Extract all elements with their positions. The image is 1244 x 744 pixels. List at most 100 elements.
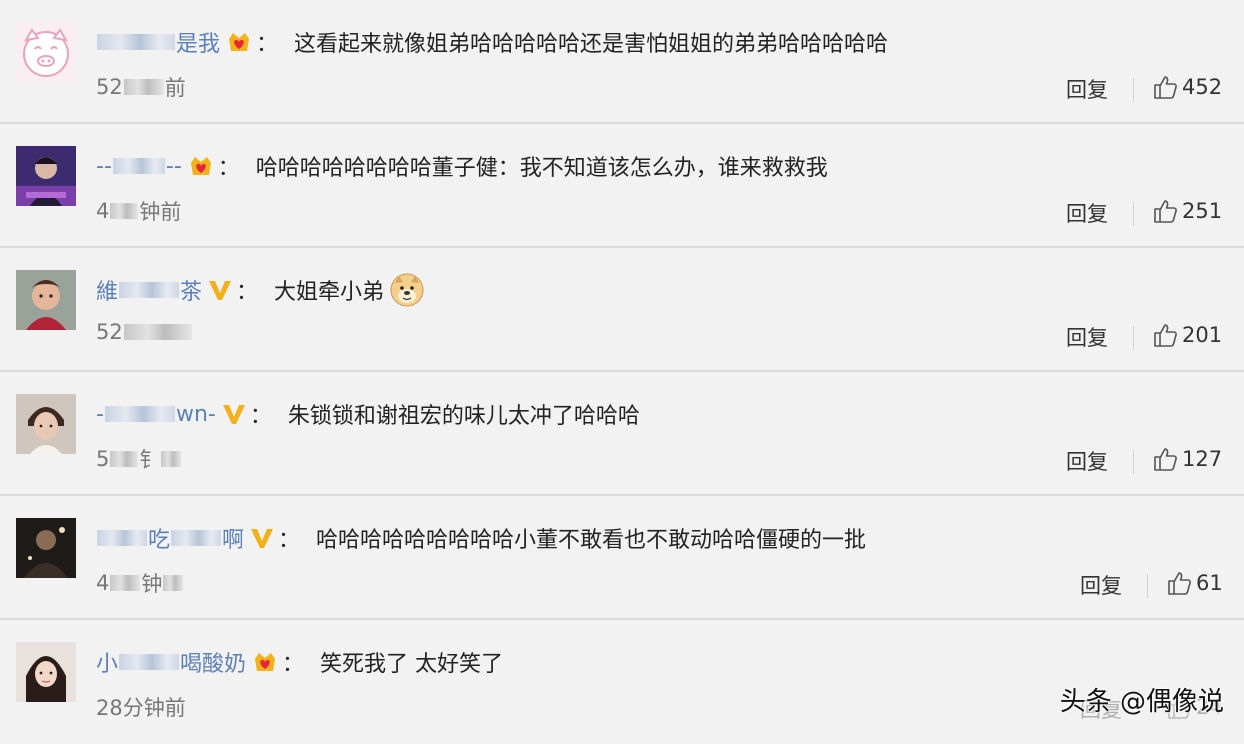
avatar[interactable] [16,518,76,578]
avatar[interactable] [16,642,76,702]
like-button[interactable]: 452 [1152,74,1222,100]
like-count: 452 [1182,75,1223,99]
watermark: 头条 @偶像说 [1059,687,1224,717]
time-value: 52 [96,320,123,344]
comment-item: 維 茶 ： 大姐牵小弟 52 回复 201 [0,248,1244,372]
username-redacted [112,158,165,174]
thumbs-up-icon [1154,324,1177,347]
time-redacted [163,575,184,591]
comment-text: 哈哈哈哈哈哈哈哈哈小董不敢看也不敢动哈哈僵硬的一批 [316,528,867,553]
time-suffix: 前 [164,76,186,100]
colon: ： [236,280,259,305]
username-suffix: 茶 [180,280,203,305]
username-redacted [119,282,180,298]
username-suffix: wn- [175,401,216,427]
time-value: 28分钟前 [96,696,186,720]
comment-time: 4 钟 [96,568,184,598]
thumbs-up-icon [1154,200,1177,223]
time-redacted [161,451,182,467]
like-button[interactable]: 61 [1166,570,1223,596]
user-photo-avatar-icon [16,270,76,330]
time-value: 52 [96,75,123,99]
username-redacted [97,34,175,50]
comment-item: 吃 啊 ： 哈哈哈哈哈哈哈哈哈小董不敢看也不敢动哈哈僵硬的一批 4 钟 回复 6… [0,496,1244,620]
like-button[interactable]: 201 [1152,322,1222,348]
crown-heart-badge-icon [188,153,214,179]
reply-button[interactable]: 回复 [1066,446,1108,476]
divider [1147,574,1148,598]
comment-text: 大姐牵小弟 [274,280,385,305]
comment-item: - wn- ： 朱锁锁和谢祖宏的味儿太冲了哈哈哈 5 钅 回复 127 [0,372,1244,496]
crown-heart-badge-icon [252,649,278,675]
v-verified-badge-icon [222,403,246,425]
username[interactable]: - [96,402,104,427]
user-photo-avatar-icon [16,146,76,206]
reply-button[interactable]: 回复 [1066,74,1108,104]
thumbs-up-icon [1154,76,1177,99]
like-button[interactable]: 127 [1152,446,1222,472]
like-count: 61 [1196,571,1223,595]
username-redacted [119,654,180,670]
divider [1133,202,1134,226]
time-suffix: 钟 [141,572,163,596]
time-value: 4 [96,199,110,223]
colon: ： [278,528,301,553]
reply-button[interactable]: 回复 [1066,322,1108,352]
colon: ： [217,156,240,181]
time-value: 5 [96,447,110,471]
avatar[interactable] [16,146,76,206]
crown-heart-badge-icon [226,29,252,55]
time-suffix: 钅 [139,448,161,472]
username[interactable]: 維 [96,274,118,306]
colon: ： [282,652,305,677]
time-redacted [123,324,192,340]
thumbs-up-icon [1168,572,1191,595]
time-redacted [110,203,139,219]
time-redacted [110,451,139,467]
time-redacted [110,575,141,591]
like-count: 201 [1182,323,1223,347]
avatar[interactable] [16,270,76,330]
username[interactable]: -- [96,154,112,179]
like-count: 251 [1182,199,1223,223]
reply-button[interactable]: 回复 [1080,570,1122,600]
comment-time: 28分钟前 [96,692,186,722]
comment-text: 朱锁锁和谢祖宏的味儿太冲了哈哈哈 [287,404,640,429]
comment-time: 5 钅 [96,444,182,474]
doge-emoji-icon [390,273,424,307]
comment-time: 52 [96,320,193,344]
user-photo-avatar-icon [16,518,76,578]
v-verified-badge-icon [250,527,274,549]
avatar[interactable] [16,394,76,454]
user-photo-avatar-icon [16,394,76,454]
v-verified-badge-icon [208,279,232,301]
username-redacted [104,406,175,422]
avatar[interactable] [16,22,76,82]
colon: ： [249,404,272,429]
divider [1133,450,1134,474]
username-middle: 吃 [148,528,171,553]
reply-button[interactable]: 回复 [1066,198,1108,228]
time-value: 4 [96,571,110,595]
comment-item: 是我 ： 这看起来就像姐弟哈哈哈哈哈还是害怕姐姐的弟弟哈哈哈哈哈 52 前 回复… [0,0,1244,124]
user-photo-avatar-icon [16,642,76,702]
divider [1133,78,1134,102]
time-redacted [123,79,164,95]
username-suffix: -- [165,153,182,179]
like-button[interactable]: 251 [1152,198,1222,224]
comment-text: 笑死我了 太好笑了 [320,652,504,677]
colon: ： [256,32,279,57]
comment-text: 哈哈哈哈哈哈哈哈董子健：我不知道该怎么办，谁来救救我 [255,156,828,181]
time-suffix: 钟前 [139,200,182,224]
comment-text: 这看起来就像姐弟哈哈哈哈哈还是害怕姐姐的弟弟哈哈哈哈哈 [294,32,889,57]
username[interactable]: 小 [96,646,118,678]
comment-time: 4 钟前 [96,196,181,226]
thumbs-up-icon [1154,448,1177,471]
username[interactable]: 是我 [176,26,220,58]
like-count: 127 [1182,447,1223,471]
comment-time: 52 前 [96,72,186,102]
pig-avatar-icon [16,22,76,82]
comment-item: 小 喝酸奶 ： 笑死我了 太好笑了 28分钟前 回复 24 [0,620,1244,744]
username-suffix: 喝酸奶 [180,652,247,677]
divider [1133,326,1134,350]
